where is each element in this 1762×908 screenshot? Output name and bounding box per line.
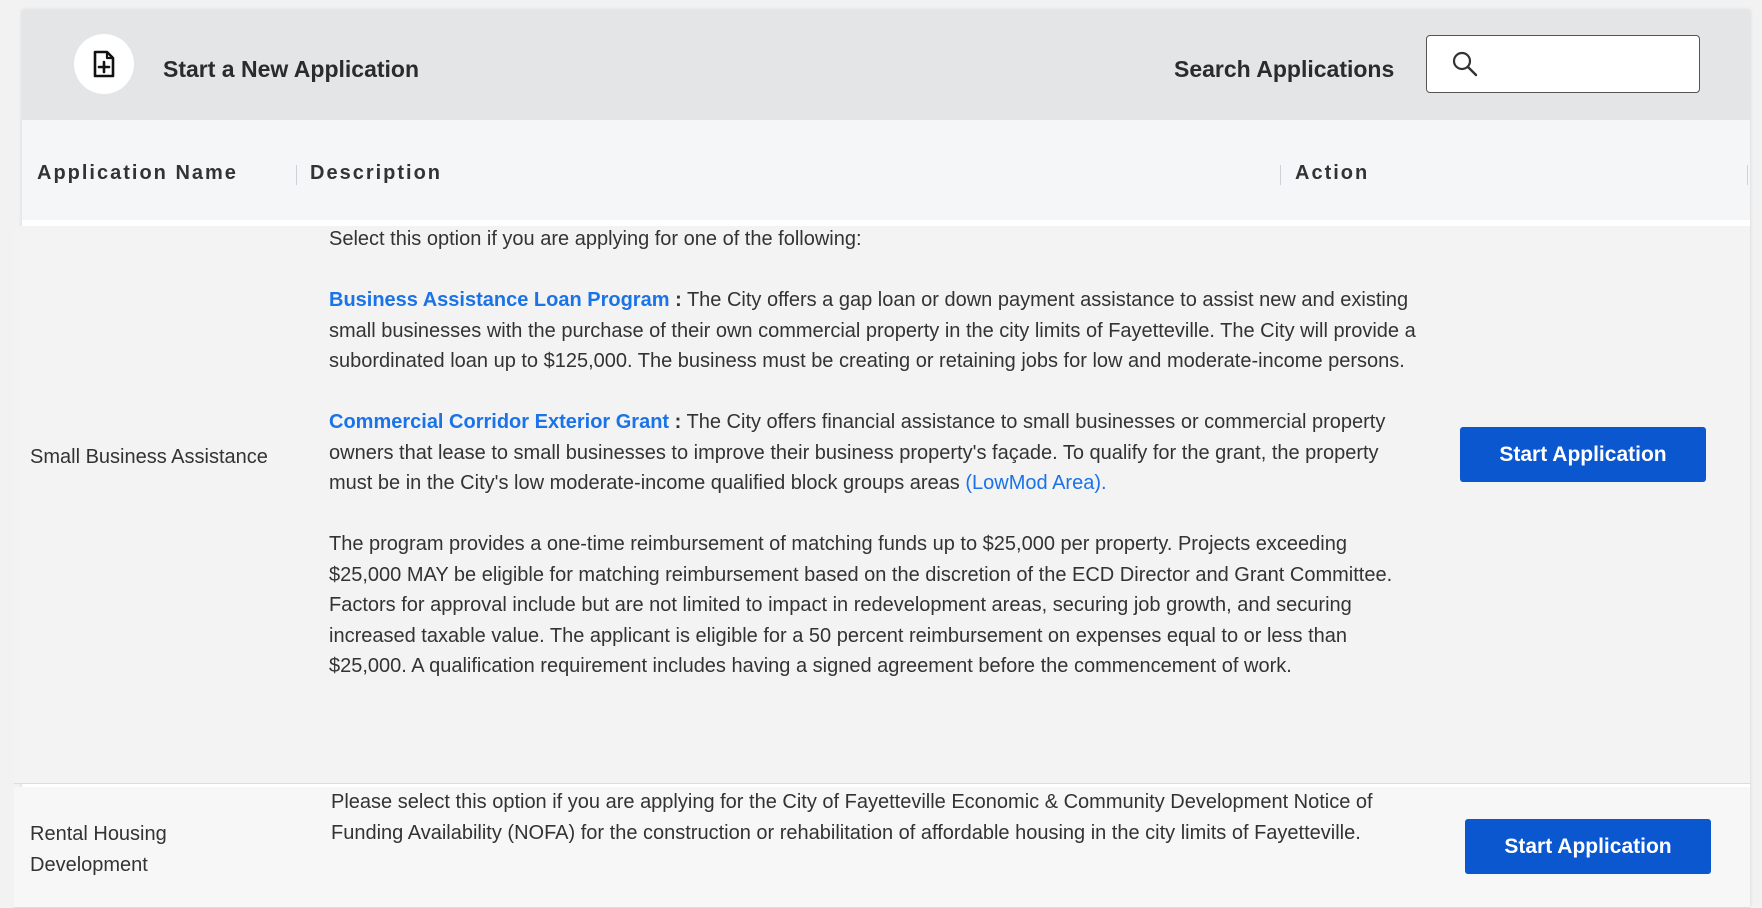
search-input[interactable]	[1489, 46, 1688, 82]
program-link[interactable]: Business Assistance Loan Program	[329, 289, 670, 311]
column-header-action[interactable]: Action	[1295, 162, 1369, 185]
table-row: Rental Housing Development Please select…	[14, 787, 1750, 908]
start-application-button[interactable]: Start Application	[1465, 819, 1711, 874]
search-icon	[1452, 51, 1478, 77]
program-commercial-corridor-grant: Commercial Corridor Exterior Grant : The…	[329, 407, 1419, 499]
applications-panel: Start a New Application Search Applicati…	[14, 10, 1750, 908]
application-description: Select this option if you are applying f…	[329, 224, 1419, 682]
program-separator: :	[674, 411, 682, 433]
column-divider	[1747, 165, 1748, 185]
program-details: The program provides a one-time reimburs…	[329, 533, 1393, 677]
program-separator: :	[675, 289, 682, 311]
description-intro: Select this option if you are applying f…	[329, 228, 862, 250]
start-application-button[interactable]: Start Application	[1460, 427, 1706, 482]
start-new-application-link[interactable]: Start a New Application	[163, 56, 419, 83]
column-divider	[1280, 165, 1281, 185]
application-name: Rental Housing Development	[30, 819, 167, 881]
lowmod-area-link[interactable]: (LowMod Area).	[965, 472, 1106, 494]
table-row: Small Business Assistance Select this op…	[14, 226, 1750, 784]
table-header: Application Name Description Action	[22, 120, 1750, 220]
program-link[interactable]: Commercial Corridor Exterior Grant	[329, 411, 669, 433]
file-plus-icon[interactable]	[74, 34, 134, 94]
application-description: Please select this option if you are app…	[331, 791, 1373, 844]
column-divider	[296, 165, 297, 185]
application-name-line: Development	[30, 854, 148, 876]
search-box[interactable]	[1426, 35, 1700, 93]
application-name-line: Rental Housing	[30, 823, 167, 845]
column-header-application-name[interactable]: Application Name	[37, 162, 238, 185]
search-applications-label: Search Applications	[1174, 56, 1395, 82]
program-business-assistance-loan: Business Assistance Loan Program : The C…	[329, 285, 1419, 377]
application-toolbar: Start a New Application Search Applicati…	[22, 10, 1750, 120]
column-header-description[interactable]: Description	[310, 162, 442, 185]
application-name: Small Business Assistance	[30, 446, 268, 468]
